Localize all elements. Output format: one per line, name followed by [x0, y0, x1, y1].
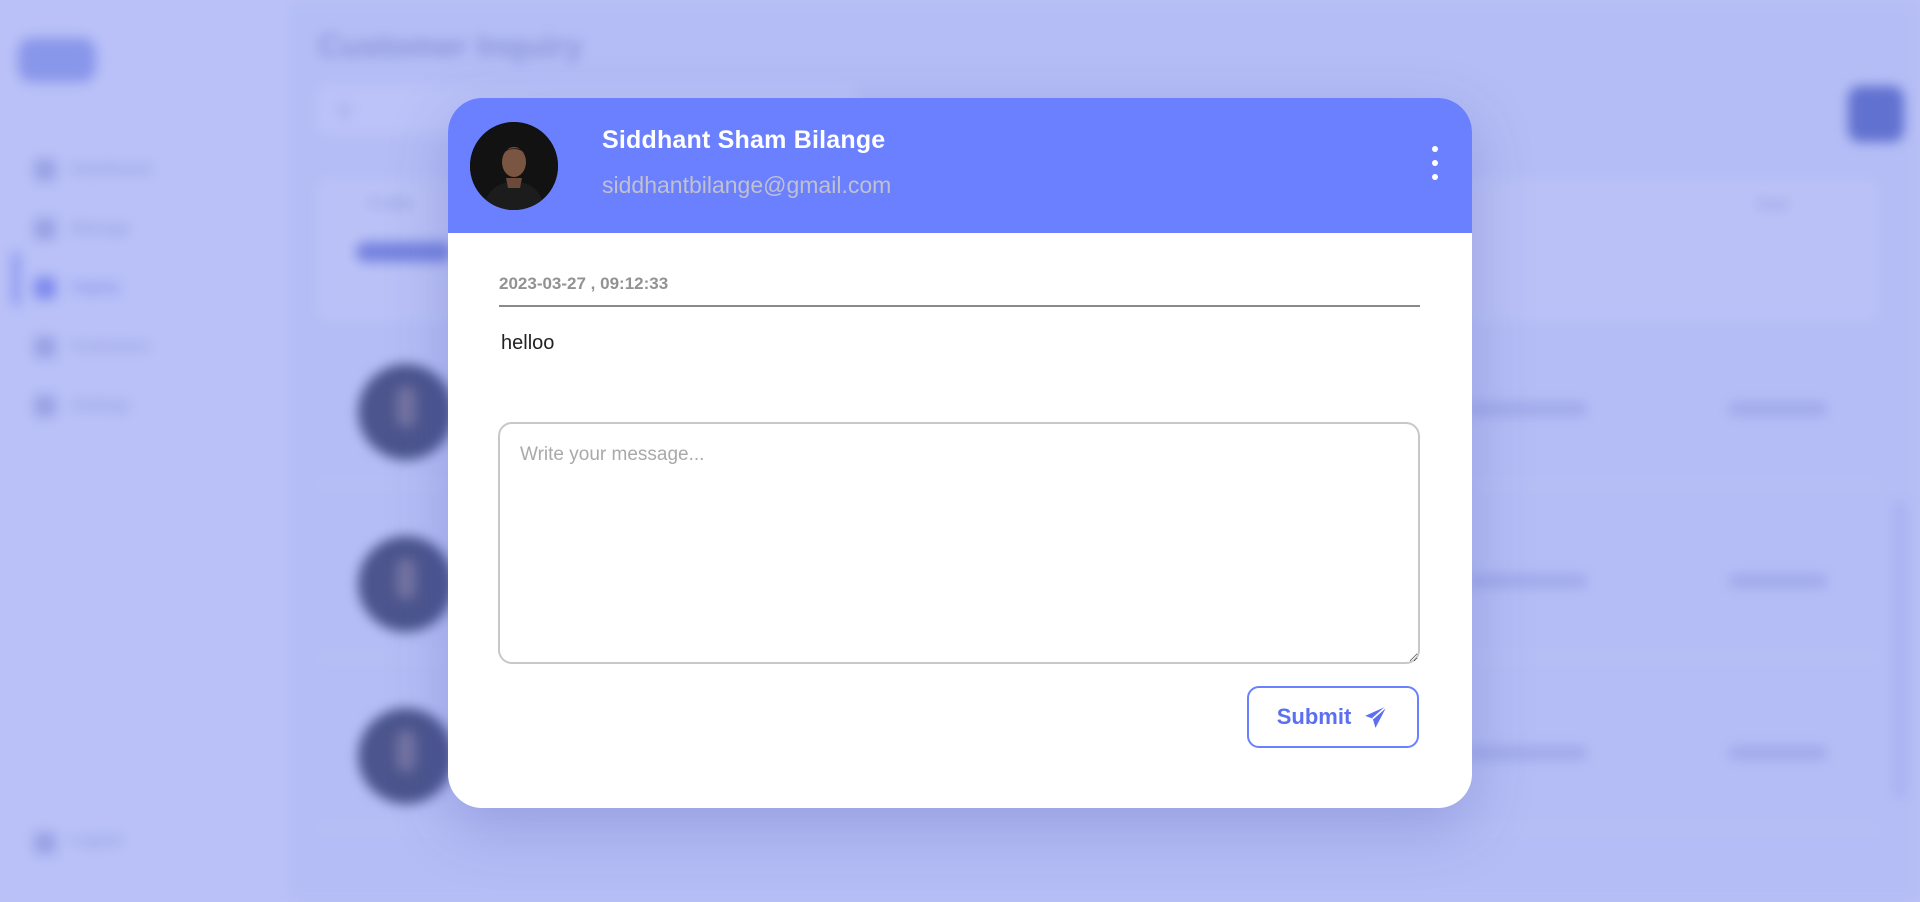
- paper-plane-icon: [1365, 705, 1388, 728]
- inquiry-modal: Siddhant Sham Bilange siddhantbilange@gm…: [448, 98, 1472, 808]
- kebab-dot: [1432, 174, 1438, 180]
- modal-header: Siddhant Sham Bilange siddhantbilange@gm…: [448, 98, 1472, 233]
- submit-label: Submit: [1276, 704, 1352, 729]
- submit-button[interactable]: Submit: [1247, 686, 1419, 748]
- user-photo: [470, 122, 558, 210]
- message-text: helloo: [501, 332, 555, 354]
- divider: [499, 305, 1420, 307]
- user-email: siddhantbilange@gmail.com: [602, 172, 892, 198]
- avatar: [470, 122, 558, 210]
- kebab-dot: [1432, 146, 1438, 152]
- user-name: Siddhant Sham Bilange: [602, 126, 886, 154]
- kebab-dot: [1432, 160, 1438, 166]
- reply-message-input[interactable]: [498, 422, 1420, 664]
- message-timestamp: 2023-03-27 , 09:12:33: [499, 274, 669, 293]
- kebab-menu-icon[interactable]: [1428, 146, 1442, 180]
